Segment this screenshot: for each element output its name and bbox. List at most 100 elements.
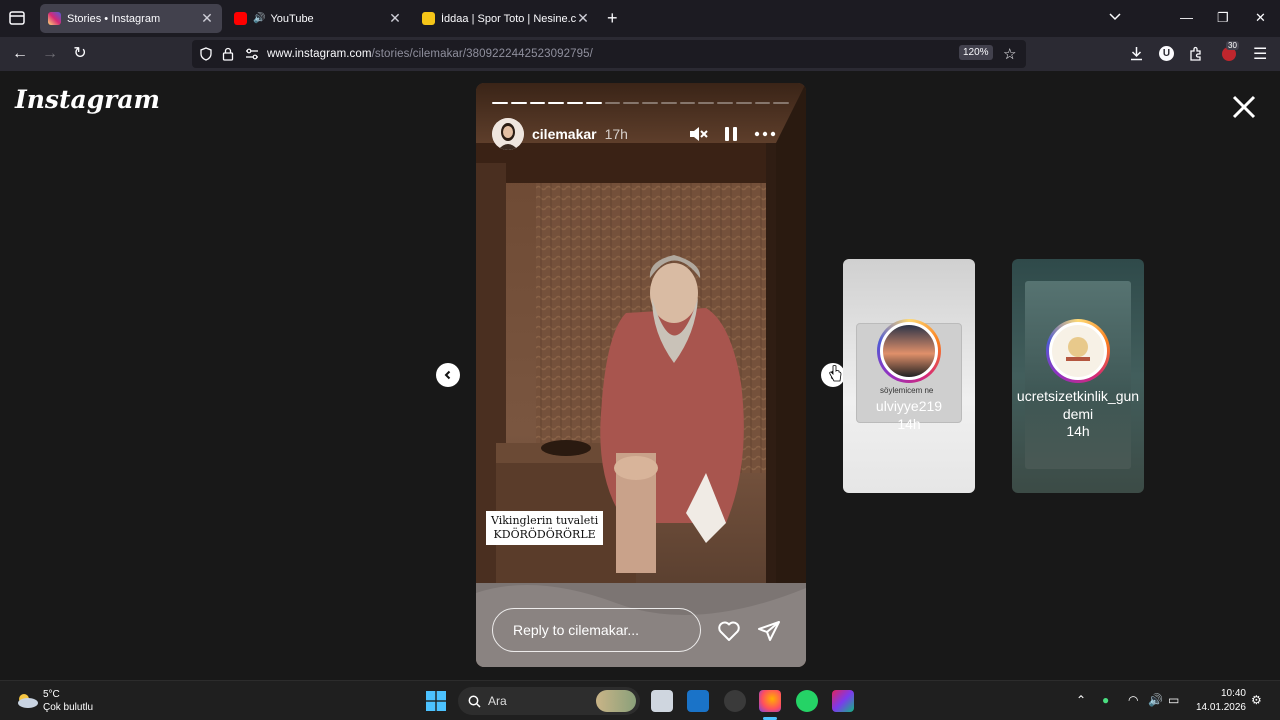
progress-segment bbox=[623, 102, 639, 104]
progress-segment bbox=[679, 102, 696, 104]
weather-description[interactable]: Çok bulutlu bbox=[43, 702, 93, 713]
preview-username-line: ucretsizetkinlik_gun bbox=[1016, 388, 1140, 404]
progress-segment bbox=[698, 102, 714, 104]
story-photo bbox=[476, 83, 806, 667]
window-close-button[interactable]: ✕ bbox=[1255, 10, 1266, 26]
menu-icon[interactable]: ☰ bbox=[1253, 44, 1267, 64]
list-all-tabs-icon[interactable] bbox=[1108, 10, 1122, 27]
instagram-logo[interactable]: Instagram bbox=[15, 85, 160, 114]
close-stories-icon[interactable] bbox=[1230, 93, 1258, 121]
windows-start-icon[interactable] bbox=[426, 691, 446, 711]
story-caption-sticker: Vikinglerin tuvaleti KDÖRÖDÖRÖRLE bbox=[486, 511, 604, 545]
search-icon bbox=[468, 695, 481, 708]
downloads-icon[interactable] bbox=[1129, 46, 1144, 61]
chevron-up-icon[interactable]: ⌃ bbox=[1076, 693, 1086, 707]
shield-icon[interactable] bbox=[199, 47, 213, 61]
preview-overlay-text: söylemicem ne bbox=[880, 386, 934, 395]
tab-instagram[interactable]: Stories • Instagram ✕ bbox=[40, 4, 222, 33]
caption-line: Vikinglerin tuvaleti bbox=[491, 514, 599, 527]
preview-username: ulviyye219 bbox=[875, 398, 943, 414]
new-tab-button[interactable]: + bbox=[607, 9, 618, 27]
app-icon[interactable] bbox=[724, 690, 746, 712]
instagram-favicon-icon bbox=[48, 12, 61, 25]
story-time: 17h bbox=[604, 126, 628, 142]
story-viewer[interactable]: cilemakar 17h Vikinglerin tuvaleti KDÖRÖ… bbox=[476, 83, 806, 667]
progress-segment bbox=[754, 102, 771, 104]
chevron-left-icon bbox=[444, 370, 451, 380]
more-options-icon[interactable] bbox=[754, 125, 776, 143]
browser-tab-bar: Stories • Instagram ✕ 🔊 YouTube ✕ İddaa … bbox=[0, 0, 1280, 37]
search-highlight-image bbox=[596, 690, 636, 712]
avatar bbox=[1046, 319, 1110, 383]
progress-segment bbox=[492, 102, 508, 104]
reload-button[interactable]: ↻ bbox=[71, 45, 89, 63]
tab-title: Stories • Instagram bbox=[67, 12, 161, 25]
extension-badge: 30 bbox=[1226, 41, 1239, 50]
preview-time: 14h bbox=[1066, 423, 1090, 439]
avatar[interactable] bbox=[492, 118, 524, 150]
restore-button[interactable]: ❐ bbox=[1217, 10, 1229, 26]
tab-title: YouTube bbox=[270, 12, 314, 25]
windows-taskbar: 5°C Çok bulutlu Ara ⌃ ● ◠ 🔊 ▭ 10:40 14.0… bbox=[0, 680, 1280, 720]
tab-nesine[interactable]: İddaa | Spor Toto | Nesine.com ✕ bbox=[414, 4, 598, 33]
progress-segment bbox=[585, 102, 602, 104]
volume-icon[interactable]: 🔊 bbox=[1148, 693, 1163, 707]
tab-close-icon[interactable]: ✕ bbox=[388, 10, 402, 27]
clock-date[interactable]: 14.01.2026 bbox=[1190, 702, 1246, 713]
progress-segment bbox=[567, 102, 583, 104]
minimize-button[interactable]: — bbox=[1180, 10, 1193, 25]
tab-youtube[interactable]: 🔊 YouTube ✕ bbox=[226, 4, 410, 33]
wifi-icon[interactable]: ◠ bbox=[1128, 693, 1138, 707]
speaker-icon[interactable]: 🔊 bbox=[253, 13, 265, 24]
progress-segment bbox=[735, 102, 752, 104]
task-view-icon[interactable] bbox=[651, 690, 673, 712]
ublock-extension-icon[interactable]: U bbox=[1159, 46, 1174, 61]
nesine-favicon-icon bbox=[422, 12, 435, 25]
whatsapp-icon[interactable] bbox=[796, 690, 818, 712]
zoom-level-button[interactable]: 120% bbox=[959, 45, 993, 60]
caption-line: KDÖRÖDÖRÖRLE bbox=[493, 528, 596, 541]
youtube-favicon-icon bbox=[234, 12, 247, 25]
progress-segment bbox=[548, 102, 564, 104]
tab-close-icon[interactable]: ✕ bbox=[576, 10, 590, 27]
story-username[interactable]: cilemakar bbox=[532, 126, 597, 142]
progress-segment bbox=[510, 102, 527, 104]
muted-speaker-icon[interactable] bbox=[688, 124, 708, 144]
progress-segment bbox=[529, 102, 546, 104]
like-heart-icon[interactable] bbox=[717, 619, 741, 643]
browser-nav-bar: ← → ↻ www.instagram.com/stories/cilemaka… bbox=[0, 37, 1280, 71]
next-story-preview-ulviyye219[interactable]: söylemicem ne ulviyye219 14h bbox=[843, 259, 975, 493]
permissions-icon[interactable] bbox=[245, 48, 259, 60]
bookmark-star-icon[interactable]: ☆ bbox=[1003, 45, 1016, 63]
outlook-icon[interactable] bbox=[687, 690, 709, 712]
forward-button[interactable]: → bbox=[41, 45, 59, 63]
weather-temperature[interactable]: 5°C bbox=[43, 689, 60, 700]
clock-time[interactable]: 10:40 bbox=[1196, 688, 1246, 699]
lock-icon[interactable] bbox=[222, 47, 234, 61]
weather-cloud-icon[interactable] bbox=[15, 690, 39, 710]
share-send-icon[interactable] bbox=[757, 619, 781, 643]
progress-segment bbox=[717, 102, 733, 104]
progress-segment bbox=[604, 102, 621, 104]
url-host: www.instagram.com bbox=[267, 48, 372, 60]
url-bar[interactable]: www.instagram.com/stories/cilemakar/3809… bbox=[192, 40, 1026, 68]
hand-cursor-icon bbox=[829, 365, 842, 382]
reply-input[interactable]: Reply to cilemakar... bbox=[492, 608, 701, 652]
taskbar-search-box[interactable]: Ara bbox=[458, 687, 640, 715]
tab-list-icon[interactable] bbox=[8, 9, 26, 27]
app-icon[interactable] bbox=[832, 690, 854, 712]
avatar bbox=[877, 319, 941, 383]
battery-icon[interactable]: ▭ bbox=[1168, 693, 1179, 707]
extensions-icon[interactable] bbox=[1189, 46, 1204, 61]
notification-icon[interactable]: ⚙ bbox=[1251, 693, 1262, 707]
story-header: cilemakar 17h bbox=[492, 117, 792, 151]
url-text[interactable]: www.instagram.com/stories/cilemakar/3809… bbox=[267, 48, 593, 60]
tab-close-icon[interactable]: ✕ bbox=[200, 10, 214, 27]
back-button[interactable]: ← bbox=[11, 45, 29, 63]
reply-placeholder: Reply to cilemakar... bbox=[513, 622, 640, 638]
pause-icon[interactable] bbox=[722, 125, 740, 143]
firefox-icon[interactable] bbox=[759, 690, 781, 712]
previous-story-button[interactable] bbox=[436, 363, 460, 387]
next-story-preview-ucretsizetkinlik[interactable]: ucretsizetkinlik_gun demi 14h bbox=[1012, 259, 1144, 493]
microphone-icon[interactable]: ● bbox=[1102, 693, 1109, 707]
